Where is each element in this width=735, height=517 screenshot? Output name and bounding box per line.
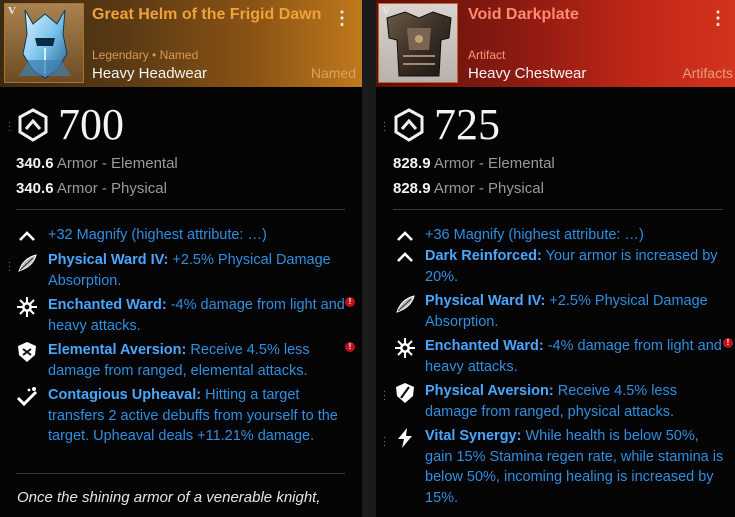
- armor-value: 340.6: [16, 155, 54, 172]
- divider: [16, 473, 345, 474]
- drag-handle-icon[interactable]: · · ·: [383, 118, 386, 135]
- item-type: Heavy Headwear: [92, 65, 208, 82]
- armor-label: Armor - Physical: [433, 180, 544, 197]
- affix-physical-aversion: Physical Aversion: Receive 4.5% less dam…: [425, 381, 725, 422]
- item-card-great-helm: V Great Helm of the Frigid Dawn ⋮ Legend…: [0, 0, 362, 517]
- chevron-up-icon: [397, 231, 413, 241]
- warning-icon[interactable]: !: [345, 342, 355, 352]
- flavor-text: Once the shining armor of a venerable kn…: [17, 489, 321, 506]
- shield-emblem-icon: [18, 342, 36, 362]
- feather-icon: [396, 295, 415, 313]
- armor-label: Armor - Physical: [56, 180, 167, 197]
- item-thumbnail[interactable]: V: [378, 3, 458, 83]
- affix-name: Physical Aversion:: [425, 383, 554, 399]
- splash-icon: [16, 387, 38, 407]
- rarity-tag: Artifacts: [682, 65, 733, 81]
- affix-magnify: +32 Magnify (highest attribute: …): [48, 225, 348, 246]
- warning-icon[interactable]: !: [723, 338, 733, 348]
- gear-score-shield-icon: [394, 108, 424, 142]
- lightning-icon: [398, 428, 412, 448]
- armor-row-physical: 828.9 Armor - Physical: [393, 180, 544, 197]
- armor-value: 828.9: [393, 180, 431, 197]
- sunburst-icon: [17, 297, 37, 317]
- sword-shield-icon: [396, 383, 414, 403]
- sunburst-icon: [395, 338, 415, 358]
- affix-enchanted-ward: Enchanted Ward: -4% damage from light an…: [425, 336, 725, 377]
- rarity-line: Legendary • Named: [92, 48, 199, 62]
- chevron-up-icon: [397, 252, 413, 262]
- affix-name: Enchanted Ward:: [425, 338, 544, 354]
- item-header: V Void Darkplate ⋮ Artifact Heavy Chestw…: [376, 0, 735, 87]
- more-options-icon[interactable]: ⋮: [333, 8, 351, 28]
- armor-label: Armor - Elemental: [433, 155, 555, 172]
- item-name: Void Darkplate: [468, 6, 579, 23]
- drag-handle-icon[interactable]: · · ·: [383, 387, 386, 404]
- drag-handle-icon[interactable]: · · ·: [383, 433, 386, 450]
- affix-name: Physical Ward IV:: [425, 293, 546, 309]
- item-thumbnail[interactable]: V: [4, 3, 84, 83]
- affix-contagious-upheaval: Contagious Upheaval: Hitting a target tr…: [48, 385, 348, 447]
- affix-vital-synergy: Vital Synergy: While health is below 50%…: [425, 426, 725, 508]
- affix-physical-ward: Physical Ward IV: +2.5% Physical Damage …: [48, 250, 348, 291]
- armor-row-physical: 340.6 Armor - Physical: [16, 180, 167, 197]
- armor-row-elemental: 340.6 Armor - Elemental: [16, 155, 178, 172]
- item-header: V Great Helm of the Frigid Dawn ⋮ Legend…: [0, 0, 362, 87]
- affix-name: Dark Reinforced:: [425, 248, 542, 264]
- gear-score-shield-icon: [18, 108, 48, 142]
- affix-name: Vital Synergy:: [425, 428, 522, 444]
- rarity-tag: Named: [310, 65, 356, 81]
- affix-text: +32 Magnify (highest attribute: …): [48, 227, 267, 243]
- divider: [16, 209, 345, 210]
- chevron-up-icon: [19, 231, 35, 241]
- armor-value: 828.9: [393, 155, 431, 172]
- armor-row-elemental: 828.9 Armor - Elemental: [393, 155, 555, 172]
- panel-gap: [362, 0, 376, 517]
- affix-enchanted-ward: Enchanted Ward: -4% damage from light an…: [48, 295, 348, 336]
- item-type: Heavy Chestwear: [468, 65, 587, 82]
- drag-handle-icon[interactable]: · · ·: [8, 258, 11, 275]
- affix-name: Physical Ward IV:: [48, 252, 169, 268]
- warning-icon[interactable]: !: [345, 297, 355, 307]
- affix-physical-ward: Physical Ward IV: +2.5% Physical Damage …: [425, 291, 725, 332]
- affix-dark-reinforced: Dark Reinforced: Your armor is increased…: [425, 246, 725, 287]
- affix-text: +36 Magnify (highest attribute: …): [425, 227, 644, 243]
- affix-name: Enchanted Ward:: [48, 297, 167, 313]
- item-name: Great Helm of the Frigid Dawn: [92, 6, 322, 23]
- drag-handle-icon[interactable]: · · ·: [8, 118, 11, 135]
- rarity-line: Artifact: [468, 48, 506, 62]
- tier-numeral: V: [382, 5, 390, 17]
- tier-numeral: V: [8, 5, 16, 17]
- armor-score: 700: [58, 100, 124, 149]
- affix-magnify: +36 Magnify (highest attribute: …): [425, 225, 730, 246]
- helm-image: [5, 4, 83, 82]
- item-card-void-darkplate: V Void Darkplate ⋮ Artifact Heavy Chestw…: [376, 0, 735, 517]
- armor-label: Armor - Elemental: [56, 155, 178, 172]
- affix-elemental-aversion: Elemental Aversion: Receive 4.5% less da…: [48, 340, 348, 381]
- chestplate-image: [379, 4, 457, 82]
- armor-value: 340.6: [16, 180, 54, 197]
- feather-icon: [18, 254, 37, 272]
- affix-name: Elemental Aversion:: [48, 342, 187, 358]
- more-options-icon[interactable]: ⋮: [709, 8, 727, 28]
- affix-name: Contagious Upheaval:: [48, 387, 202, 403]
- divider: [393, 209, 723, 210]
- armor-score: 725: [434, 100, 500, 149]
